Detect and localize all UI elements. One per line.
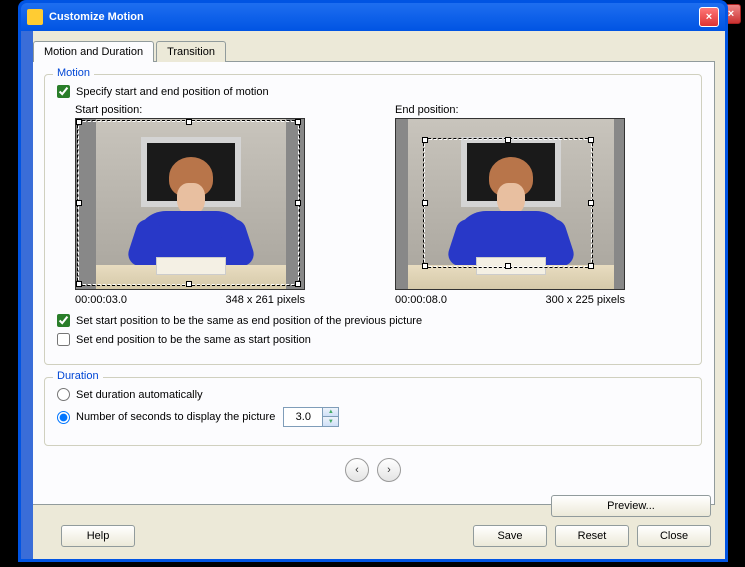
handle[interactable] (422, 263, 428, 269)
help-button[interactable]: Help (61, 525, 135, 547)
end-preview: End position: 00:00:08.0 300 x 225 pi (395, 104, 675, 306)
handle[interactable] (422, 137, 428, 143)
window-title: Customize Motion (49, 11, 699, 23)
end-info: 00:00:08.0 300 x 225 pixels (395, 294, 625, 306)
save-button[interactable]: Save (473, 525, 547, 547)
end-time: 00:00:08.0 (395, 294, 447, 306)
start-dims: 348 x 261 pixels (226, 294, 306, 306)
start-image[interactable] (75, 118, 305, 290)
handle[interactable] (588, 137, 594, 143)
tab-body: Motion Specify start and end position of… (31, 61, 715, 505)
duration-seconds-radio[interactable] (57, 411, 70, 424)
end-dims: 300 x 225 pixels (546, 294, 626, 306)
start-label: Start position: (75, 104, 355, 116)
end-selection[interactable] (424, 139, 592, 267)
handle[interactable] (186, 281, 192, 287)
same-as-prev-checkbox[interactable] (57, 314, 70, 327)
nav-buttons: ‹ › (44, 458, 702, 482)
handle[interactable] (295, 281, 301, 287)
start-time: 00:00:03.0 (75, 294, 127, 306)
bg-strip (21, 31, 33, 559)
end-image[interactable] (395, 118, 625, 290)
handle[interactable] (505, 263, 511, 269)
next-button[interactable]: › (377, 458, 401, 482)
start-info: 00:00:03.0 348 x 261 pixels (75, 294, 305, 306)
spinner-up-icon[interactable]: ▲ (323, 408, 338, 417)
handle[interactable] (505, 137, 511, 143)
handle[interactable] (588, 263, 594, 269)
tab-strip: Motion and Duration Transition (33, 41, 715, 62)
same-as-start-row[interactable]: Set end position to be the same as start… (57, 333, 689, 346)
handle[interactable] (422, 200, 428, 206)
reset-button[interactable]: Reset (555, 525, 629, 547)
tab-transition[interactable]: Transition (156, 41, 226, 62)
duration-seconds-row[interactable]: Number of seconds to display the picture… (57, 407, 689, 427)
motion-group: Motion Specify start and end position of… (44, 74, 702, 365)
handle[interactable] (76, 119, 82, 125)
end-label: End position: (395, 104, 675, 116)
duration-value[interactable]: 3.0 (284, 411, 322, 423)
tab-motion-duration[interactable]: Motion and Duration (33, 41, 154, 62)
duration-spinner[interactable]: 3.0 ▲ ▼ (283, 407, 339, 427)
duration-auto-radio[interactable] (57, 388, 70, 401)
duration-seconds-label: Number of seconds to display the picture (76, 411, 275, 423)
preview-button[interactable]: Preview... (551, 495, 711, 517)
close-button[interactable]: Close (637, 525, 711, 547)
same-as-start-label: Set end position to be the same as start… (76, 334, 311, 346)
start-selection[interactable] (78, 121, 299, 285)
handle[interactable] (76, 200, 82, 206)
dialog-window: Customize Motion × Motion and Duration T… (18, 0, 728, 562)
close-icon[interactable]: × (699, 7, 719, 27)
handle[interactable] (588, 200, 594, 206)
same-as-start-checkbox[interactable] (57, 333, 70, 346)
start-preview: Start position: 00:00:03.0 348 x 261 (75, 104, 355, 306)
handle[interactable] (295, 200, 301, 206)
specify-checkbox-row[interactable]: Specify start and end position of motion (57, 85, 689, 98)
spinner-down-icon[interactable]: ▼ (323, 417, 338, 426)
duration-auto-row[interactable]: Set duration automatically (57, 388, 689, 401)
duration-group-title: Duration (53, 370, 103, 382)
chevron-left-icon: ‹ (355, 464, 359, 476)
duration-group: Duration Set duration automatically Numb… (44, 377, 702, 446)
handle[interactable] (295, 119, 301, 125)
app-icon (27, 9, 43, 25)
chevron-right-icon: › (387, 464, 391, 476)
client-area: Motion and Duration Transition Motion Sp… (21, 31, 725, 559)
previews: Start position: 00:00:03.0 348 x 261 (75, 104, 689, 306)
duration-auto-label: Set duration automatically (76, 389, 203, 401)
same-as-prev-row[interactable]: Set start position to be the same as end… (57, 314, 689, 327)
same-as-prev-label: Set start position to be the same as end… (76, 315, 422, 327)
specify-checkbox[interactable] (57, 85, 70, 98)
handle[interactable] (186, 119, 192, 125)
specify-label: Specify start and end position of motion (76, 86, 269, 98)
motion-group-title: Motion (53, 67, 94, 79)
handle[interactable] (76, 281, 82, 287)
prev-button[interactable]: ‹ (345, 458, 369, 482)
titlebar[interactable]: Customize Motion × (21, 3, 725, 31)
